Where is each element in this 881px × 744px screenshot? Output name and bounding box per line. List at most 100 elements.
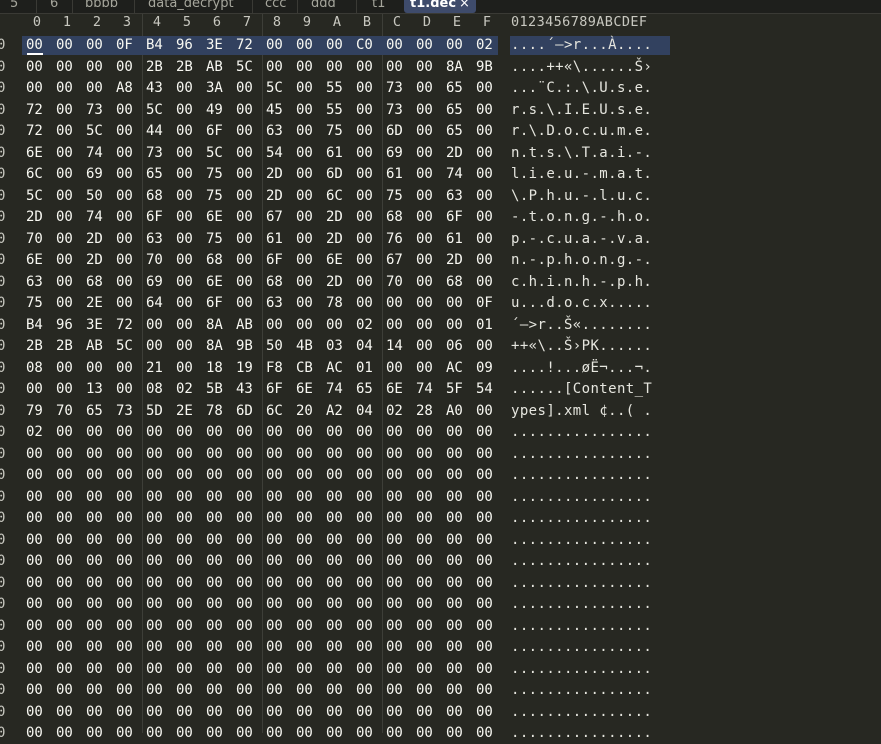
hex-byte[interactable]: 00 bbox=[386, 57, 410, 78]
hex-byte[interactable]: 00 bbox=[296, 422, 320, 443]
hex-byte[interactable]: 00 bbox=[26, 594, 50, 615]
ascii-row[interactable]: ................ bbox=[511, 723, 652, 744]
ascii-row[interactable]: ................ bbox=[511, 444, 652, 465]
hex-byte[interactable]: 5C bbox=[236, 57, 260, 78]
hex-byte[interactable]: 2D bbox=[266, 164, 290, 185]
hex-byte[interactable]: 00 bbox=[56, 594, 80, 615]
hex-byte[interactable]: 2E bbox=[176, 401, 200, 422]
hex-byte[interactable]: 00 bbox=[86, 680, 110, 701]
hex-byte[interactable]: 00 bbox=[356, 465, 380, 486]
hex-byte[interactable]: 65 bbox=[446, 121, 470, 142]
hex-byte[interactable]: 00 bbox=[416, 465, 440, 486]
hex-byte[interactable]: 6D bbox=[236, 401, 260, 422]
hex-byte[interactable]: 68 bbox=[86, 272, 110, 293]
hex-byte[interactable]: 00 bbox=[176, 444, 200, 465]
hex-byte[interactable]: 63 bbox=[26, 272, 50, 293]
hex-byte[interactable]: 00 bbox=[476, 573, 500, 594]
hex-byte[interactable]: 5C bbox=[146, 100, 170, 121]
hex-byte[interactable]: AB bbox=[236, 315, 260, 336]
hex-byte[interactable]: 6C bbox=[26, 164, 50, 185]
hex-byte[interactable]: 00 bbox=[326, 594, 350, 615]
hex-byte[interactable]: 00 bbox=[26, 616, 50, 637]
hex-byte[interactable]: 00 bbox=[296, 680, 320, 701]
hex-byte[interactable]: 00 bbox=[296, 272, 320, 293]
hex-byte[interactable]: 00 bbox=[176, 551, 200, 572]
hex-byte[interactable]: 61 bbox=[446, 229, 470, 250]
hex-byte[interactable]: 00 bbox=[236, 465, 260, 486]
hex-byte[interactable]: 00 bbox=[416, 336, 440, 357]
hex-byte[interactable]: 00 bbox=[386, 659, 410, 680]
hex-byte[interactable]: 73 bbox=[116, 401, 140, 422]
hex-byte[interactable]: 6F bbox=[266, 250, 290, 271]
hex-byte[interactable]: 00 bbox=[206, 508, 230, 529]
hex-byte[interactable]: 00 bbox=[446, 315, 470, 336]
hex-byte[interactable]: 00 bbox=[86, 444, 110, 465]
hex-byte[interactable]: 75 bbox=[26, 293, 50, 314]
hex-byte[interactable]: 00 bbox=[296, 250, 320, 271]
hex-byte[interactable]: 00 bbox=[86, 422, 110, 443]
hex-byte[interactable]: 00 bbox=[416, 487, 440, 508]
hex-byte[interactable]: 00 bbox=[416, 272, 440, 293]
hex-byte[interactable]: 73 bbox=[386, 78, 410, 99]
hex-byte[interactable]: 00 bbox=[236, 508, 260, 529]
hex-byte[interactable]: 00 bbox=[446, 551, 470, 572]
hex-byte[interactable]: 50 bbox=[266, 336, 290, 357]
hex-byte[interactable]: 6E bbox=[386, 379, 410, 400]
hex-byte[interactable]: 00 bbox=[116, 680, 140, 701]
hex-byte[interactable]: 00 bbox=[146, 702, 170, 723]
hex-byte[interactable]: 00 bbox=[56, 186, 80, 207]
hex-byte[interactable]: 00 bbox=[446, 616, 470, 637]
hex-byte[interactable]: A8 bbox=[116, 78, 140, 99]
hex-byte[interactable]: 00 bbox=[116, 637, 140, 658]
hex-byte[interactable]: 9B bbox=[236, 336, 260, 357]
hex-byte[interactable]: 6D bbox=[326, 164, 350, 185]
hex-byte[interactable]: 74 bbox=[416, 379, 440, 400]
hex-byte[interactable]: 6D bbox=[386, 121, 410, 142]
hex-byte[interactable]: 00 bbox=[356, 121, 380, 142]
hex-byte[interactable]: 2D bbox=[326, 207, 350, 228]
hex-byte[interactable]: 00 bbox=[56, 530, 80, 551]
hex-byte[interactable]: 5C bbox=[206, 143, 230, 164]
hex-byte[interactable]: 00 bbox=[56, 702, 80, 723]
hex-byte[interactable]: 00 bbox=[446, 444, 470, 465]
hex-byte[interactable]: 00 bbox=[176, 78, 200, 99]
hex-byte[interactable]: 3A bbox=[206, 78, 230, 99]
hex-byte[interactable]: 00 bbox=[146, 551, 170, 572]
hex-byte[interactable]: 2E bbox=[86, 293, 110, 314]
hex-byte[interactable]: 70 bbox=[56, 401, 80, 422]
tab-bbbb[interactable]: bbbb bbox=[85, 0, 118, 13]
hex-byte[interactable]: 00 bbox=[446, 465, 470, 486]
hex-byte[interactable]: 00 bbox=[86, 723, 110, 744]
hex-byte[interactable]: 70 bbox=[146, 250, 170, 271]
hex-byte[interactable]: 00 bbox=[416, 229, 440, 250]
hex-byte[interactable]: 00 bbox=[26, 444, 50, 465]
hex-byte[interactable]: 00 bbox=[206, 659, 230, 680]
hex-byte[interactable]: 00 bbox=[86, 465, 110, 486]
ascii-row[interactable]: ................ bbox=[511, 659, 652, 680]
hex-byte[interactable]: 00 bbox=[26, 487, 50, 508]
hex-byte[interactable]: 4B bbox=[296, 336, 320, 357]
hex-byte[interactable]: 06 bbox=[446, 336, 470, 357]
hex-byte[interactable]: 09 bbox=[476, 358, 500, 379]
hex-byte[interactable]: 00 bbox=[416, 250, 440, 271]
hex-byte[interactable]: 00 bbox=[326, 723, 350, 744]
hex-byte[interactable]: 00 bbox=[386, 422, 410, 443]
hex-byte[interactable]: 73 bbox=[86, 100, 110, 121]
hex-byte[interactable]: 00 bbox=[116, 723, 140, 744]
hex-byte[interactable]: 00 bbox=[236, 659, 260, 680]
hex-byte[interactable]: 00 bbox=[116, 164, 140, 185]
hex-byte[interactable]: 00 bbox=[266, 465, 290, 486]
hex-byte[interactable]: 00 bbox=[176, 293, 200, 314]
hex-byte[interactable]: 00 bbox=[266, 487, 290, 508]
hex-byte[interactable]: 00 bbox=[356, 293, 380, 314]
hex-byte[interactable]: 00 bbox=[176, 336, 200, 357]
hex-byte[interactable]: 00 bbox=[296, 723, 320, 744]
hex-byte[interactable]: 6E bbox=[206, 207, 230, 228]
hex-byte[interactable]: 72 bbox=[116, 315, 140, 336]
hex-byte[interactable]: 00 bbox=[266, 315, 290, 336]
hex-byte[interactable]: 00 bbox=[236, 164, 260, 185]
hex-byte[interactable]: 00 bbox=[236, 121, 260, 142]
hex-byte[interactable]: 65 bbox=[446, 78, 470, 99]
hex-byte[interactable]: 00 bbox=[56, 250, 80, 271]
hex-byte[interactable]: 00 bbox=[416, 659, 440, 680]
